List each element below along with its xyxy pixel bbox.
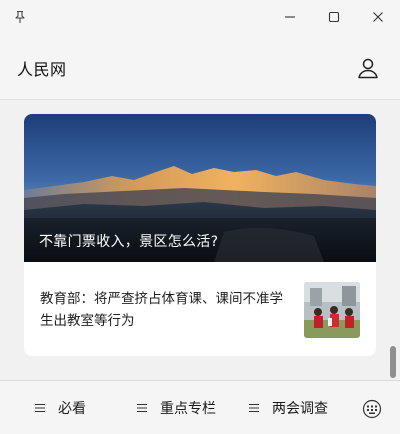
window-titlebar — [0, 0, 400, 34]
menu-item-label: 重点专栏 — [160, 401, 216, 417]
pin-icon — [15, 10, 25, 23]
keyboard-icon — [362, 399, 382, 419]
menu-item-lianghui[interactable]: 两会调查 — [248, 381, 328, 434]
keyboard-button[interactable] — [362, 399, 382, 419]
maximize-button[interactable] — [312, 0, 356, 34]
hero-story[interactable]: 不靠门票收入，景区怎么活? — [24, 114, 376, 262]
maximize-icon — [328, 11, 340, 23]
thumbnail-image — [304, 282, 360, 338]
news-feed[interactable]: 不靠门票收入，景区怎么活? 教育部：将严查挤占体育课、课间不准学生出教室等行为 — [0, 100, 400, 380]
close-icon — [373, 12, 383, 22]
list-item[interactable]: 教育部：将严查挤占体育课、课间不准学生出教室等行为 — [24, 262, 376, 356]
user-button[interactable] — [356, 56, 380, 80]
menu-item-label: 必看 — [58, 401, 86, 417]
scrollbar[interactable] — [390, 346, 396, 378]
news-card[interactable]: 不靠门票收入，景区怎么活? 教育部：将严查挤占体育课、课间不准学生出教室等行为 — [24, 114, 376, 356]
menu-item-label: 两会调查 — [272, 401, 328, 417]
menu-item-bikan[interactable]: 必看 — [34, 381, 86, 434]
menu-icon — [137, 403, 147, 413]
menu-icon — [35, 403, 45, 413]
minimize-button[interactable] — [268, 0, 312, 34]
menu-icon — [249, 403, 259, 413]
news-title: 教育部：将严查挤占体育课、课间不准学生出教室等行为 — [40, 291, 283, 329]
menu-item-zhongdian[interactable]: 重点专栏 — [136, 381, 216, 434]
close-button[interactable] — [356, 0, 400, 34]
user-icon — [358, 58, 378, 79]
app-header: 人民网 — [0, 34, 400, 100]
app-title: 人民网 — [17, 60, 67, 79]
news-thumbnail — [304, 282, 360, 338]
pin-button[interactable] — [0, 0, 40, 34]
bottom-menu: 必看 重点专栏 两会调查 — [0, 380, 400, 434]
hero-caption: 不靠门票收入，景区怎么活? — [39, 234, 219, 250]
minimize-icon — [285, 16, 295, 18]
